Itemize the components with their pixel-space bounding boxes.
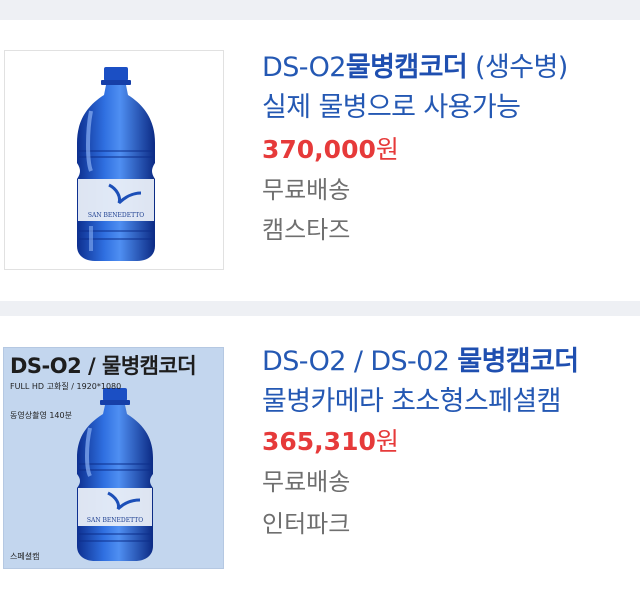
product-card[interactable]: SAN BENEDETTO DS-O2물병캠코더 (생수병) 실제 물병으로 사… [0, 20, 640, 301]
product-image[interactable]: SAN BENEDETTO DS-O2 / 물병캠코더 FULL HD 고화질 … [3, 347, 224, 569]
product-info: DS-O2 / DS-02 물병캠코더 물병카메라 초소형스페셜캠 365,31… [262, 342, 634, 546]
water-bottle-image: SAN BENEDETTO [77, 67, 155, 261]
image-spec: FULL HD 고화질 / 1920*1080 [10, 382, 122, 391]
shipping-info: 무료배송 [262, 176, 351, 204]
product-title[interactable]: DS-O2물병캠코더 (생수병) [262, 48, 634, 88]
product-subtitle[interactable]: 물병카메라 초소형스페셜캠 [262, 382, 634, 422]
product-title[interactable]: DS-O2 / DS-02 물병캠코더 [262, 342, 634, 382]
svg-text:SAN BENEDETTO: SAN BENEDETTO [87, 517, 143, 524]
product-price: 370,000원 [262, 135, 399, 164]
product-subtitle[interactable]: 실제 물병으로 사용가능 [262, 88, 634, 128]
seller-name[interactable]: 캠스타즈 [262, 208, 634, 252]
product-info: DS-O2물병캠코더 (생수병) 실제 물병으로 사용가능 370,000원 무… [262, 48, 634, 252]
seller-name[interactable]: 인터파크 [262, 502, 634, 546]
image-title: DS-O2 / 물병캠코더 [10, 354, 197, 378]
product-price: 365,310원 [262, 427, 399, 456]
image-caption: 스페셜캠 [10, 552, 40, 561]
bottle-body [77, 85, 155, 261]
product-image[interactable]: SAN BENEDETTO [4, 50, 224, 270]
bottle-cap [104, 67, 128, 81]
image-recording: 동영상촬영 140분 [10, 411, 72, 420]
shipping-info: 무료배송 [262, 468, 351, 496]
svg-text:SAN BENEDETTO: SAN BENEDETTO [88, 212, 144, 219]
product-card[interactable]: SAN BENEDETTO DS-O2 / 물병캠코더 FULL HD 고화질 … [0, 316, 640, 602]
